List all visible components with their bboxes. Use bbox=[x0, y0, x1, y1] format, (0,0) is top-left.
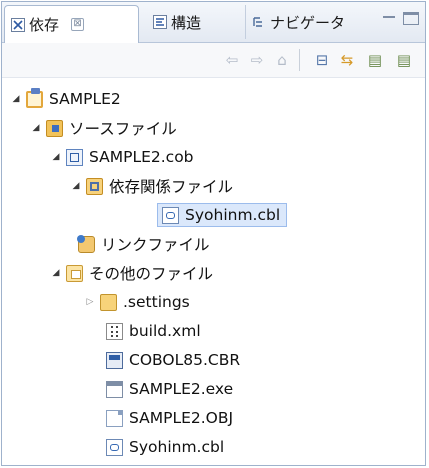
view-menu-icon[interactable]: ▤ bbox=[395, 51, 413, 69]
expanded-arrow-icon[interactable]: ◢ bbox=[10, 93, 22, 105]
tree-item-copybook-selected[interactable]: Syohinm.cbl bbox=[157, 202, 288, 228]
tab-label: ナビゲータ bbox=[270, 13, 346, 32]
xml-file-icon bbox=[106, 322, 123, 340]
obj-file-icon bbox=[106, 409, 123, 427]
copybook-icon bbox=[106, 438, 123, 456]
tree-item-obj-file[interactable]: SAMPLE2.OBJ bbox=[106, 405, 233, 431]
view-tab-bar: 依存 ⊠ 構造 ナビゲータ bbox=[2, 2, 425, 43]
collapsed-arrow-icon[interactable]: ▷ bbox=[84, 296, 96, 308]
tree-item-other-files[interactable]: ◢ その他のファイル bbox=[50, 260, 213, 286]
tree-item-dependency-folder[interactable]: ◢ 依存関係ファイル bbox=[70, 173, 233, 199]
cobol-project-icon bbox=[26, 87, 43, 108]
cbr-file-icon bbox=[106, 351, 123, 369]
tree-item-exe-file[interactable]: SAMPLE2.exe bbox=[106, 376, 233, 402]
exe-file-icon bbox=[106, 380, 123, 398]
expanded-arrow-icon[interactable]: ◢ bbox=[30, 122, 42, 134]
tree-item-project[interactable]: ◢ SAMPLE2 bbox=[10, 86, 121, 112]
dependency-folder-icon bbox=[86, 177, 103, 195]
other-files-folder-icon bbox=[66, 264, 83, 282]
tree-item-label: COBOL85.CBR bbox=[129, 351, 241, 369]
tree-item-label: 依存関係ファイル bbox=[109, 178, 234, 196]
window-controls bbox=[381, 12, 419, 25]
tab-structure[interactable]: 構造 bbox=[147, 5, 245, 39]
tree-item-cbr-file[interactable]: COBOL85.CBR bbox=[106, 347, 240, 373]
tree-item-label: .settings bbox=[123, 293, 190, 311]
tree-item-link-file[interactable]: リンクファイル bbox=[77, 231, 210, 257]
dependency-view-panel: 依存 ⊠ 構造 ナビゲータ ⇦ ⇨ ⌂ ⊟ ⇆ ▤ ▤ ◢ SAMPLE2 ◢ … bbox=[1, 1, 426, 466]
expanded-arrow-icon[interactable]: ◢ bbox=[50, 267, 62, 279]
minimize-icon[interactable] bbox=[381, 12, 397, 25]
expanded-arrow-icon[interactable]: ◢ bbox=[70, 180, 82, 192]
tree-item-copybook[interactable]: Syohinm.cbl bbox=[106, 434, 224, 460]
back-icon[interactable]: ⇦ bbox=[223, 51, 241, 69]
tab-label: 構造 bbox=[171, 13, 202, 32]
tree-item-label: Syohinm.cbl bbox=[129, 438, 225, 456]
home-icon[interactable]: ⌂ bbox=[273, 51, 291, 69]
close-tab-icon[interactable]: ⊠ bbox=[71, 18, 85, 31]
link-file-icon bbox=[77, 234, 95, 253]
expanded-arrow-icon[interactable]: ◢ bbox=[50, 151, 62, 163]
tree-item-label: SAMPLE2 bbox=[49, 90, 121, 108]
tree-item-cobol-source[interactable]: ◢ SAMPLE2.cob bbox=[50, 144, 194, 170]
maximize-icon[interactable] bbox=[403, 12, 419, 25]
cobol-source-icon bbox=[66, 148, 83, 166]
tree-item-source-folder[interactable]: ◢ ソースファイル bbox=[30, 115, 177, 141]
tab-navigator[interactable]: ナビゲータ bbox=[245, 5, 345, 39]
tree-item-label: リンクファイル bbox=[101, 236, 210, 254]
navigator-view-icon bbox=[252, 15, 266, 29]
source-folder-icon bbox=[46, 119, 63, 137]
dependency-view-icon bbox=[11, 17, 25, 32]
filter-icon[interactable]: ▤ bbox=[366, 51, 384, 69]
copybook-icon bbox=[162, 206, 179, 224]
structure-view-icon bbox=[153, 15, 167, 29]
tree-item-settings-folder[interactable]: ▷ .settings bbox=[84, 289, 190, 315]
collapse-all-icon[interactable]: ⊟ bbox=[313, 51, 331, 69]
tree-item-label: その他のファイル bbox=[89, 265, 214, 283]
tree-item-build-xml[interactable]: build.xml bbox=[106, 318, 201, 344]
folder-icon bbox=[100, 293, 117, 311]
tree-item-label: SAMPLE2.cob bbox=[89, 148, 194, 166]
view-toolbar: ⇦ ⇨ ⌂ ⊟ ⇆ ▤ ▤ bbox=[2, 43, 425, 78]
link-with-editor-icon[interactable]: ⇆ bbox=[338, 51, 356, 69]
tree-item-label: SAMPLE2.OBJ bbox=[129, 409, 234, 427]
tree-item-label: build.xml bbox=[129, 322, 201, 340]
forward-icon[interactable]: ⇨ bbox=[248, 51, 266, 69]
selection-highlight: Syohinm.cbl bbox=[157, 203, 288, 227]
toolbar-separator bbox=[299, 49, 300, 71]
tree-item-label: SAMPLE2.exe bbox=[129, 380, 234, 398]
tree-item-label: Syohinm.cbl bbox=[185, 206, 281, 224]
tree-item-label: ソースファイル bbox=[69, 120, 177, 138]
tab-dependency[interactable]: 依存 ⊠ bbox=[4, 5, 139, 43]
tab-label: 依存 bbox=[29, 16, 60, 34]
